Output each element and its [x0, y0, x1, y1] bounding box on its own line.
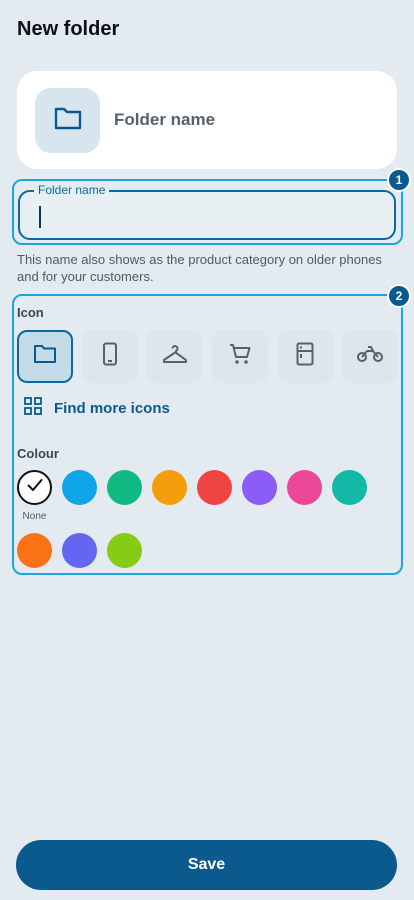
preview-icon-tile — [35, 87, 100, 153]
icon-section-label: Icon — [17, 305, 44, 320]
motorbike-icon — [356, 344, 384, 369]
text-caret — [39, 206, 41, 228]
colour-none-label: None — [22, 511, 47, 522]
icon-option-phone[interactable] — [82, 330, 138, 383]
folder-name-input[interactable] — [36, 204, 376, 228]
colour-swatch[interactable] — [62, 533, 97, 568]
colour-swatch[interactable] — [242, 470, 277, 505]
colour-swatch[interactable] — [62, 470, 97, 505]
hanger-icon — [162, 343, 188, 370]
phone-icon — [100, 342, 120, 371]
folder-name-field[interactable]: Folder name — [18, 183, 396, 240]
colour-section-label: Colour — [17, 446, 59, 461]
marker-badge-2: 2 — [387, 284, 411, 308]
find-more-icons-link[interactable]: Find more icons — [24, 397, 170, 420]
colour-swatch[interactable] — [17, 533, 52, 568]
preview-folder-name: Folder name — [114, 110, 216, 129]
icon-option-folder[interactable] — [17, 330, 73, 383]
folder-name-field-label: Folder name — [34, 183, 110, 197]
icon-option-motorbike[interactable] — [342, 330, 397, 383]
colour-swatch[interactable] — [152, 470, 187, 505]
colour-swatch-none[interactable] — [17, 470, 52, 505]
folder-icon — [33, 343, 57, 370]
cart-icon — [228, 342, 252, 371]
colour-swatch[interactable] — [107, 470, 142, 505]
colour-swatch[interactable] — [197, 470, 232, 505]
save-button[interactable]: Save — [16, 840, 397, 890]
marker-badge-1: 1 — [387, 168, 411, 192]
find-more-icons-label: Find more icons — [54, 400, 170, 417]
icon-option-hanger[interactable] — [147, 330, 203, 383]
icon-options-row[interactable] — [17, 330, 397, 383]
icon-option-fridge[interactable] — [277, 330, 333, 383]
colour-swatch[interactable] — [287, 470, 322, 505]
page-title: New folder — [17, 18, 120, 40]
folder-icon — [53, 105, 83, 136]
fridge-icon — [295, 342, 315, 371]
colour-swatch[interactable] — [107, 533, 142, 568]
helper-text: This name also shows as the product cate… — [17, 252, 382, 284]
checkmark-icon — [27, 478, 43, 497]
colour-swatch[interactable] — [332, 470, 367, 505]
folder-preview-card: Folder name — [17, 71, 397, 169]
icon-option-cart[interactable] — [212, 330, 268, 383]
grid-icon — [24, 397, 42, 420]
